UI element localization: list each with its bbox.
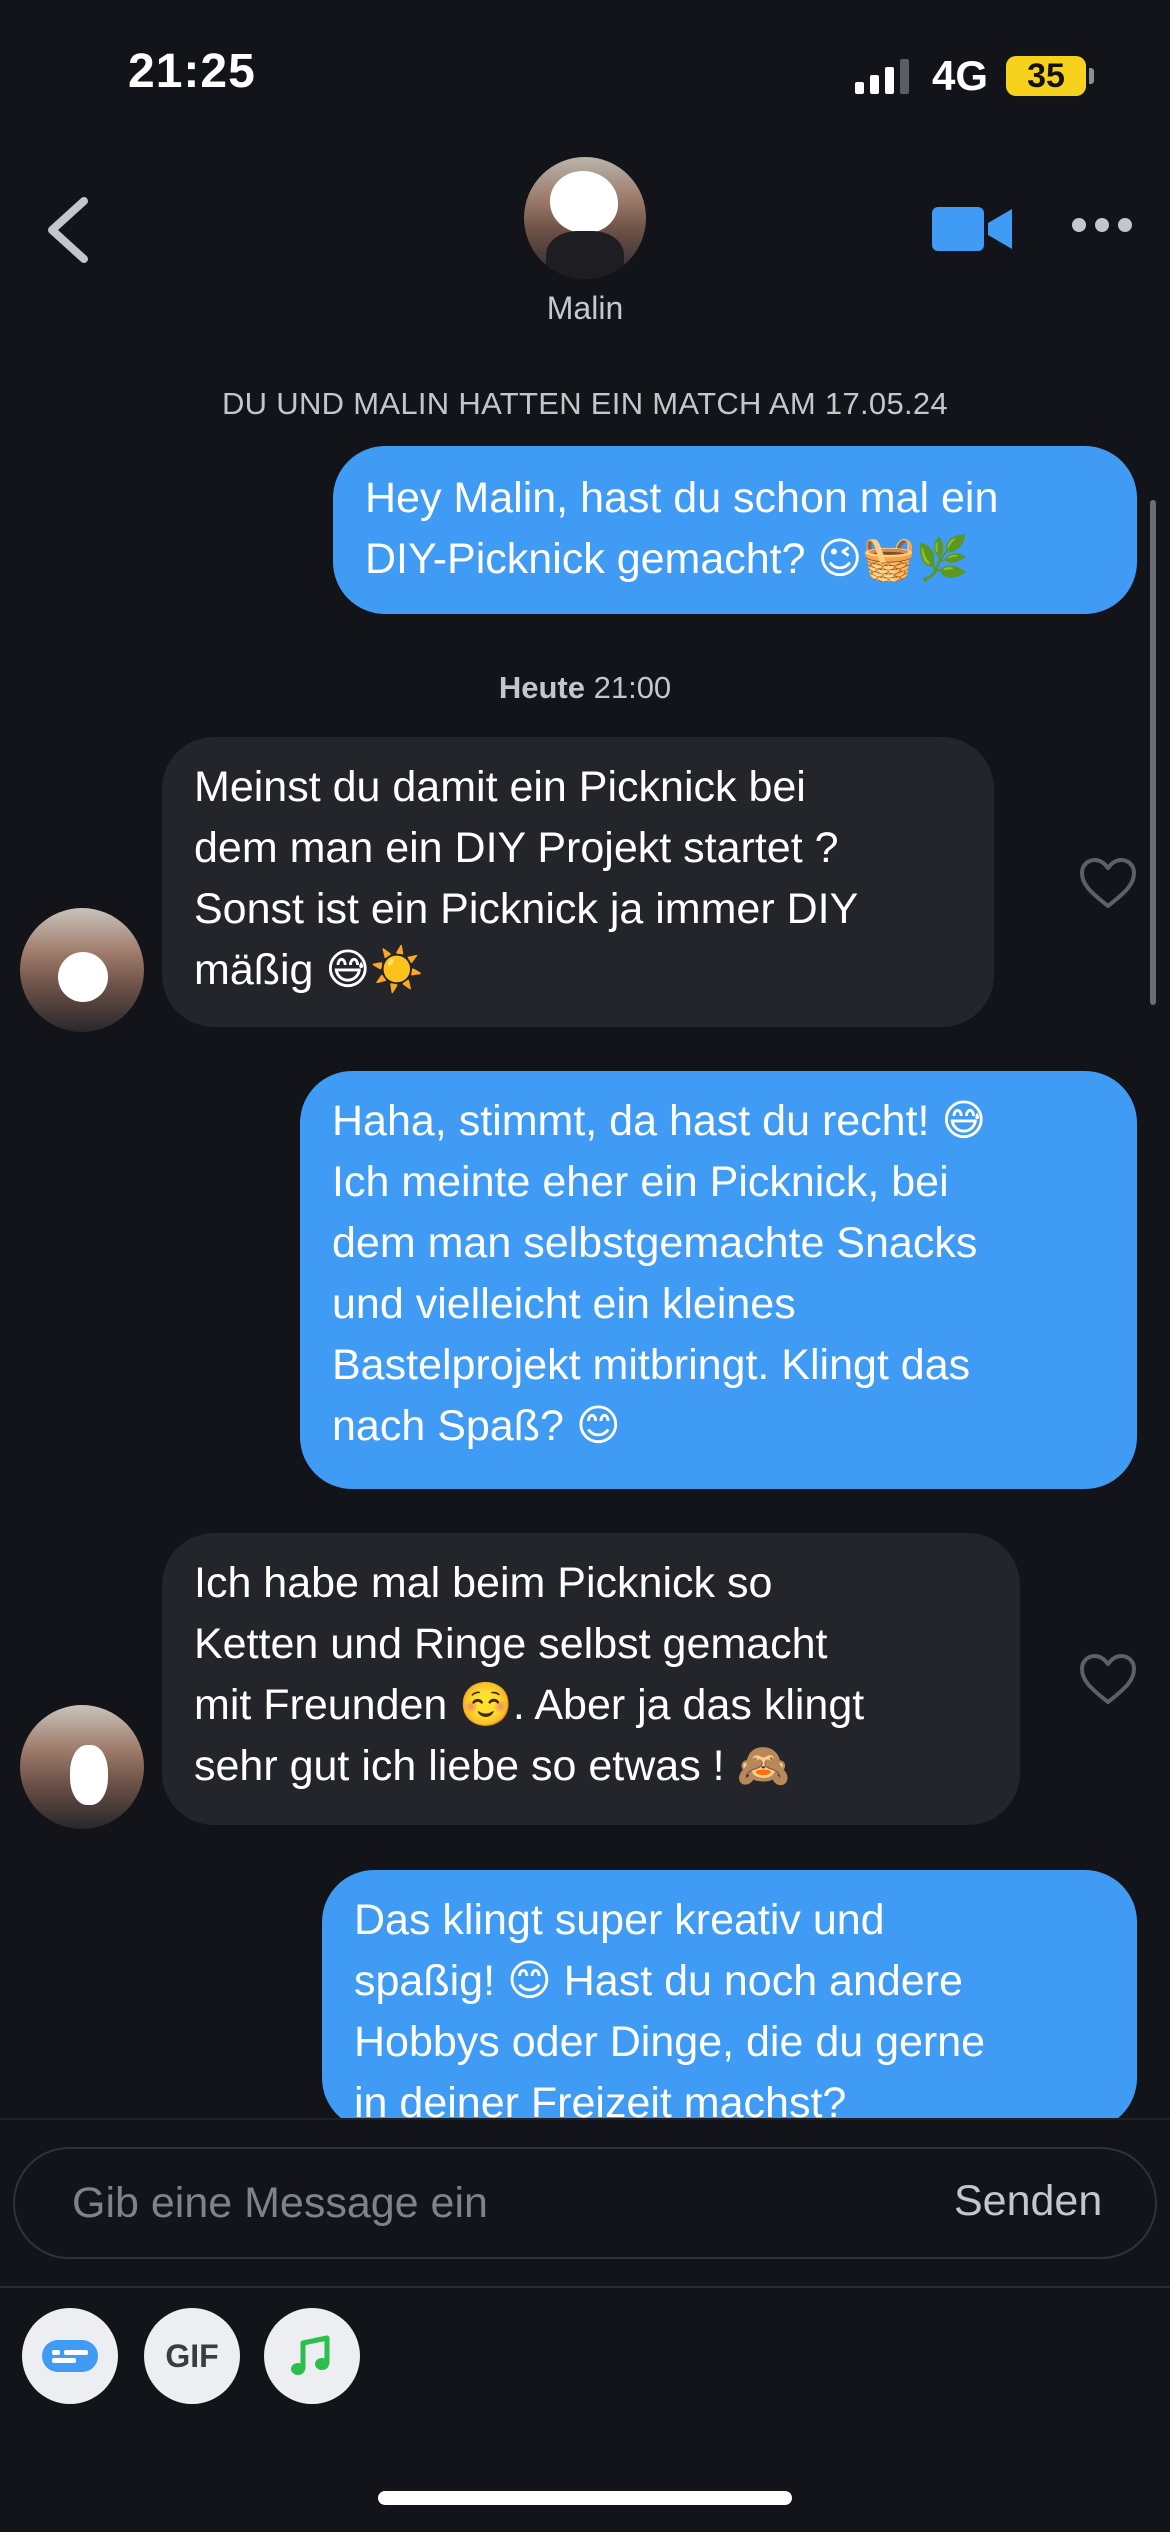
message-line: spaßig! 😊 Hast du noch andere <box>354 1957 963 2005</box>
message-line: Sonst ist ein Picknick ja immer DIY <box>194 885 859 933</box>
message-line: Ich habe mal beim Picknick so <box>194 1559 773 1607</box>
message-line: sehr gut ich liebe so etwas ! 🙈 <box>194 1742 791 1790</box>
home-indicator[interactable] <box>378 2491 792 2505</box>
date-separator-day: Heute <box>498 670 585 705</box>
message-bubble-outgoing[interactable]: Hey Malin, hast du schon mal ein DIY-Pic… <box>333 446 1137 614</box>
battery-icon: 35 <box>1006 56 1086 96</box>
back-chevron-icon[interactable] <box>42 195 94 265</box>
message-line: Haha, stimmt, da hast du recht! 😅 <box>332 1097 987 1145</box>
message-line: mäßig 😅☀️ <box>194 946 424 994</box>
composer-divider <box>0 2118 1170 2120</box>
sticker-button[interactable] <box>22 2308 118 2404</box>
music-button[interactable] <box>264 2308 360 2404</box>
message-line: DIY-Picknick gemacht? 😉🧺🌿 <box>365 535 970 583</box>
message-bubble-incoming[interactable]: Ich habe mal beim Picknick so Ketten und… <box>162 1533 1020 1825</box>
match-notice: DU UND MALIN HATTEN EIN MATCH AM 17.05.2… <box>221 386 948 421</box>
message-line: und vielleicht ein kleines <box>332 1280 796 1328</box>
music-note-icon <box>291 2335 330 2375</box>
sender-avatar[interactable] <box>20 908 144 1032</box>
gif-button[interactable]: GIF <box>144 2308 240 2404</box>
message-bubble-outgoing[interactable]: Haha, stimmt, da hast du recht! 😅 Ich me… <box>300 1071 1137 1489</box>
network-type: 4G <box>932 52 989 99</box>
contact-avatar[interactable] <box>524 157 646 279</box>
message-line: nach Spaß? 😊 <box>332 1402 621 1450</box>
more-options-icon[interactable] <box>1072 218 1132 232</box>
message-line: Ketten und Ringe selbst gemacht <box>194 1620 828 1668</box>
message-line: Das klingt super kreativ und <box>354 1896 885 1944</box>
send-button[interactable]: Senden <box>954 2177 1102 2226</box>
signal-icon <box>855 58 909 94</box>
date-separator: Heute 21:00 <box>0 670 1170 706</box>
message-input-placeholder[interactable]: Gib eine Message ein <box>72 2179 488 2228</box>
heart-icon[interactable] <box>1078 856 1138 910</box>
message-bubble-incoming[interactable]: Meinst du damit ein Picknick bei dem man… <box>162 737 994 1027</box>
date-separator-time: 21:00 <box>593 670 672 705</box>
message-line: Meinst du damit ein Picknick bei <box>194 763 806 811</box>
message-line: dem man selbstgemachte Snacks <box>332 1219 978 1267</box>
toolbar-divider <box>0 2286 1170 2288</box>
message-bubble-outgoing[interactable]: Das klingt super kreativ und spaßig! 😊 H… <box>322 1870 1137 2130</box>
message-line: Hey Malin, hast du schon mal ein <box>365 474 999 522</box>
message-line: Ich meinte eher ein Picknick, bei <box>332 1158 949 1206</box>
message-line: Hobbys oder Dinge, die du gerne <box>354 2018 986 2066</box>
battery-tip <box>1089 68 1094 84</box>
video-call-icon[interactable] <box>932 205 1012 253</box>
sender-avatar[interactable] <box>20 1705 144 1829</box>
message-line: dem man ein DIY Projekt startet ? <box>194 824 839 872</box>
contact-name[interactable]: Malin <box>0 290 1170 327</box>
scrollbar[interactable] <box>1150 500 1156 1005</box>
status-time: 21:25 <box>128 45 256 98</box>
message-line: Bastelprojekt mitbringt. Klingt das <box>332 1341 971 1389</box>
sticker-icon <box>42 2340 98 2372</box>
heart-icon[interactable] <box>1078 1652 1138 1706</box>
message-line: mit Freunden ☺️. Aber ja das klingt <box>194 1681 865 1729</box>
